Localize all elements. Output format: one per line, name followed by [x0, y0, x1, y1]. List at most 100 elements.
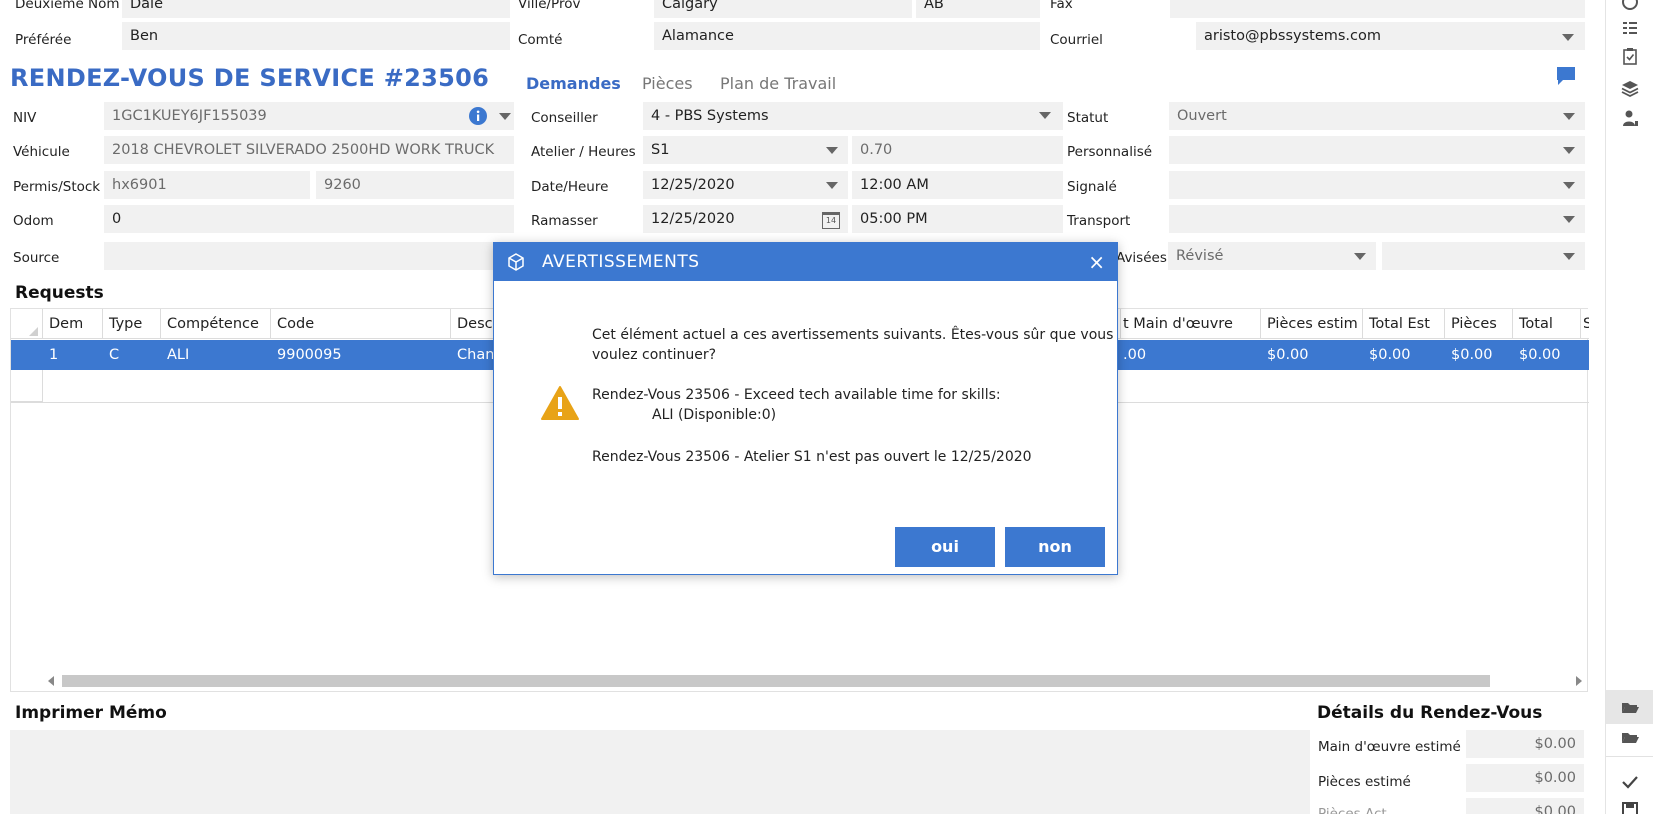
- flag-field[interactable]: [1169, 171, 1585, 199]
- parts-estimate-label: Pièces estimé: [1318, 774, 1411, 790]
- date-time-label: Date/Heure: [531, 179, 609, 195]
- column-header[interactable]: Total: [1513, 309, 1581, 339]
- column-header[interactable]: Type: [103, 309, 161, 339]
- fax-field[interactable]: [1170, 0, 1585, 18]
- vehicle-field[interactable]: 2018 CHEVROLET SILVERADO 2500HD WORK TRU…: [104, 136, 514, 164]
- column-header[interactable]: S: [1581, 309, 1589, 339]
- close-icon[interactable]: ×: [1088, 250, 1105, 274]
- table-cell: ALI: [167, 347, 190, 363]
- date-field[interactable]: 12/25/2020: [643, 171, 848, 199]
- memo-title: Imprimer Mémo: [15, 703, 167, 723]
- user-tools-icon[interactable]: [1620, 108, 1640, 128]
- table-cell: $0.00: [1519, 347, 1561, 363]
- advised-extra-field[interactable]: [1382, 242, 1585, 270]
- tab-plan-de-travail[interactable]: Plan de Travail: [720, 74, 836, 93]
- clock-icon[interactable]: [1620, 0, 1640, 12]
- advised-field[interactable]: Révisé: [1168, 242, 1376, 270]
- column-header[interactable]: Pièces: [1445, 309, 1513, 339]
- province-field[interactable]: AB: [916, 0, 1040, 18]
- source-field[interactable]: [104, 242, 504, 270]
- preferred-field[interactable]: Ben: [122, 22, 510, 50]
- row-selector-header: [11, 309, 43, 339]
- corner-icon: [29, 327, 38, 336]
- layers-icon[interactable]: [1620, 78, 1640, 98]
- check-icon[interactable]: [1620, 772, 1640, 792]
- status-field[interactable]: Ouvert: [1169, 102, 1585, 130]
- toolbar-divider: [1606, 756, 1653, 757]
- odom-field[interactable]: 0: [104, 205, 514, 233]
- list-icon[interactable]: [1620, 18, 1640, 38]
- pickup-date-field[interactable]: 12/25/2020: [643, 205, 848, 233]
- permit-field[interactable]: hx6901: [104, 171, 310, 199]
- parts-actual-value: $0.00: [1466, 798, 1584, 814]
- email-field[interactable]: aristo@pbssystems.com: [1196, 22, 1585, 50]
- folder-open-icon[interactable]: [1620, 727, 1640, 747]
- info-icon[interactable]: [468, 106, 488, 126]
- vin-label: NIV: [13, 110, 37, 126]
- parts-actual-label: Pièces Act: [1318, 806, 1387, 814]
- cube-logo-icon: [508, 253, 524, 271]
- no-button[interactable]: non: [1005, 527, 1105, 567]
- horizontal-scrollbar[interactable]: [10, 672, 1588, 690]
- city-field[interactable]: Calgary: [654, 0, 912, 18]
- folder-open-icon[interactable]: [1620, 697, 1640, 717]
- column-header[interactable]: Pièces estim: [1261, 309, 1363, 339]
- chevron-down-icon[interactable]: [1563, 113, 1575, 120]
- clipboard-check-icon[interactable]: [1620, 46, 1640, 66]
- dialog-header: AVERTISSEMENTS ×: [494, 243, 1117, 281]
- column-header[interactable]: Compétence: [161, 309, 271, 339]
- odom-label: Odom: [13, 213, 54, 229]
- middle-name-label: Deuxième Nom: [15, 0, 120, 12]
- table-cell: $0.00: [1267, 347, 1309, 363]
- scrollbar-thumb[interactable]: [62, 675, 1490, 687]
- chevron-down-icon[interactable]: [1563, 182, 1575, 189]
- memo-textarea[interactable]: [10, 730, 1310, 814]
- transport-label: Transport: [1067, 213, 1131, 229]
- table-cell: .00: [1123, 347, 1147, 363]
- county-label: Comté: [518, 32, 563, 48]
- time-field[interactable]: 12:00 AM: [852, 171, 1063, 199]
- flag-label: Signalé: [1067, 179, 1117, 195]
- column-header[interactable]: Code: [271, 309, 451, 339]
- chevron-down-icon[interactable]: [826, 182, 838, 189]
- transport-field[interactable]: [1169, 205, 1585, 233]
- scroll-right-icon[interactable]: [1576, 676, 1582, 686]
- warning-skill-line1: Rendez-Vous 23506 - Exceed tech availabl…: [592, 387, 1001, 403]
- chevron-down-icon[interactable]: [1563, 147, 1575, 154]
- chevron-down-icon[interactable]: [1563, 253, 1575, 260]
- status-label: Statut: [1067, 110, 1109, 126]
- table-cell: 1: [49, 347, 59, 363]
- hours-field[interactable]: 0.70: [852, 136, 1063, 164]
- vin-field[interactable]: 1GC1KUEY6JF155039: [104, 102, 514, 130]
- labor-estimate-label: Main d'œuvre estimé: [1318, 739, 1461, 755]
- chevron-down-icon[interactable]: [1354, 253, 1366, 260]
- chevron-down-icon[interactable]: [1039, 112, 1051, 119]
- custom-field[interactable]: [1169, 136, 1585, 164]
- new-row-selector[interactable]: [11, 370, 43, 402]
- pickup-time-field[interactable]: 05:00 PM: [852, 205, 1063, 233]
- advisor-field[interactable]: 4 - PBS Systems: [643, 102, 1063, 130]
- column-header[interactable]: Total Est: [1363, 309, 1445, 339]
- calendar-icon[interactable]: 14: [822, 212, 840, 229]
- permit-label: Permis/Stock: [13, 179, 101, 195]
- tab-demandes[interactable]: Demandes: [526, 74, 621, 93]
- middle-name-field[interactable]: Dale: [122, 0, 510, 18]
- column-header[interactable]: Dem: [43, 309, 103, 339]
- column-header[interactable]: t Main d'œuvre: [1121, 309, 1261, 339]
- chevron-down-icon[interactable]: [1562, 34, 1574, 41]
- county-field[interactable]: Alamance: [654, 22, 1040, 50]
- dialog-intro-line1: Cet élément actuel a ces avertissements …: [592, 327, 1114, 343]
- chevron-down-icon[interactable]: [499, 113, 511, 120]
- table-cell: 9900095: [277, 347, 342, 363]
- table-cell: C: [109, 347, 120, 363]
- details-title: Détails du Rendez-Vous: [1317, 703, 1543, 723]
- comment-icon[interactable]: [1556, 66, 1576, 86]
- chevron-down-icon[interactable]: [1563, 216, 1575, 223]
- shop-field[interactable]: S1: [643, 136, 848, 164]
- chevron-down-icon[interactable]: [826, 147, 838, 154]
- tab-pieces[interactable]: Pièces: [642, 74, 693, 93]
- scroll-left-icon[interactable]: [48, 676, 54, 686]
- yes-button[interactable]: oui: [895, 527, 995, 567]
- save-icon[interactable]: [1620, 800, 1640, 814]
- stock-field[interactable]: 9260: [316, 171, 514, 199]
